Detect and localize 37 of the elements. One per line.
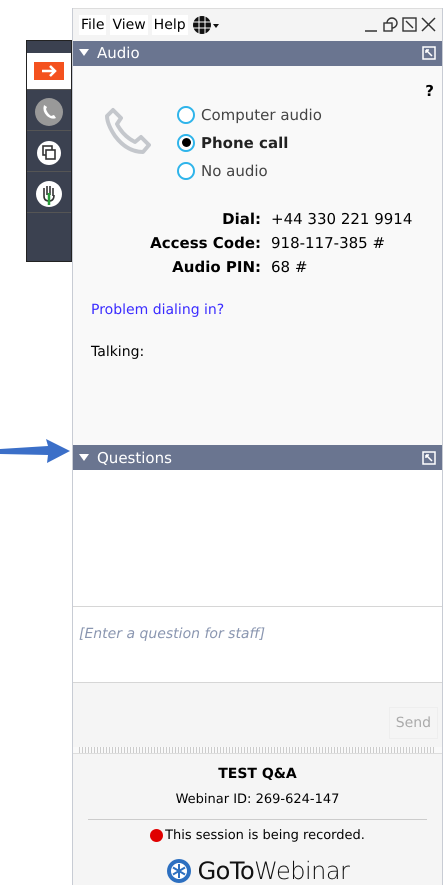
radio-option[interactable]: No audio bbox=[177, 162, 322, 180]
radio-option[interactable]: Phone call bbox=[177, 134, 322, 152]
detail-value: 68 # bbox=[271, 258, 308, 276]
section-title: Questions bbox=[97, 448, 173, 467]
caret-icon bbox=[79, 454, 89, 462]
arrow-icon bbox=[0, 438, 70, 464]
detail-label: Access Code: bbox=[149, 234, 261, 252]
restore-icon[interactable] bbox=[382, 16, 398, 33]
section-title: Audio bbox=[97, 44, 141, 62]
recording-icon bbox=[150, 829, 164, 842]
section-header[interactable]: Audio bbox=[73, 40, 442, 66]
recording-notice: This session is being recorded. bbox=[165, 828, 365, 843]
phone-icon bbox=[105, 106, 151, 156]
hand-icon[interactable] bbox=[35, 180, 63, 208]
menu-item[interactable]: View bbox=[110, 14, 148, 35]
section-header[interactable]: Questions bbox=[73, 445, 442, 470]
globe-icon[interactable] bbox=[192, 14, 220, 35]
problem-link[interactable]: Problem dialing in? bbox=[91, 302, 224, 318]
question-field[interactable]: [Enter a question for staff] bbox=[73, 607, 442, 684]
popout-icon[interactable] bbox=[402, 17, 417, 32]
help-link[interactable]: ? bbox=[425, 82, 434, 100]
menu-item[interactable]: Help bbox=[152, 14, 188, 35]
webinar-title: TEST Q&A bbox=[218, 766, 297, 782]
caret-icon bbox=[79, 49, 89, 58]
detail-label: Dial: bbox=[221, 210, 261, 228]
radio-option[interactable]: Computer audio bbox=[177, 106, 322, 124]
resize-grip[interactable] bbox=[79, 747, 436, 753]
webinar-id: Webinar ID: 269-624-147 bbox=[176, 792, 340, 807]
brand-logo: GoToWebinar bbox=[198, 857, 350, 885]
detail-label: Audio PIN: bbox=[171, 258, 261, 276]
menu-item[interactable]: File bbox=[79, 14, 106, 35]
talking-label: Talking: bbox=[91, 344, 144, 360]
detail-value: 918-117-385 # bbox=[271, 234, 386, 252]
screens-icon[interactable] bbox=[36, 140, 62, 166]
phone-icon[interactable] bbox=[34, 97, 64, 127]
detail-value: +44 330 221 9914 bbox=[271, 210, 414, 228]
close-icon[interactable] bbox=[421, 17, 436, 32]
